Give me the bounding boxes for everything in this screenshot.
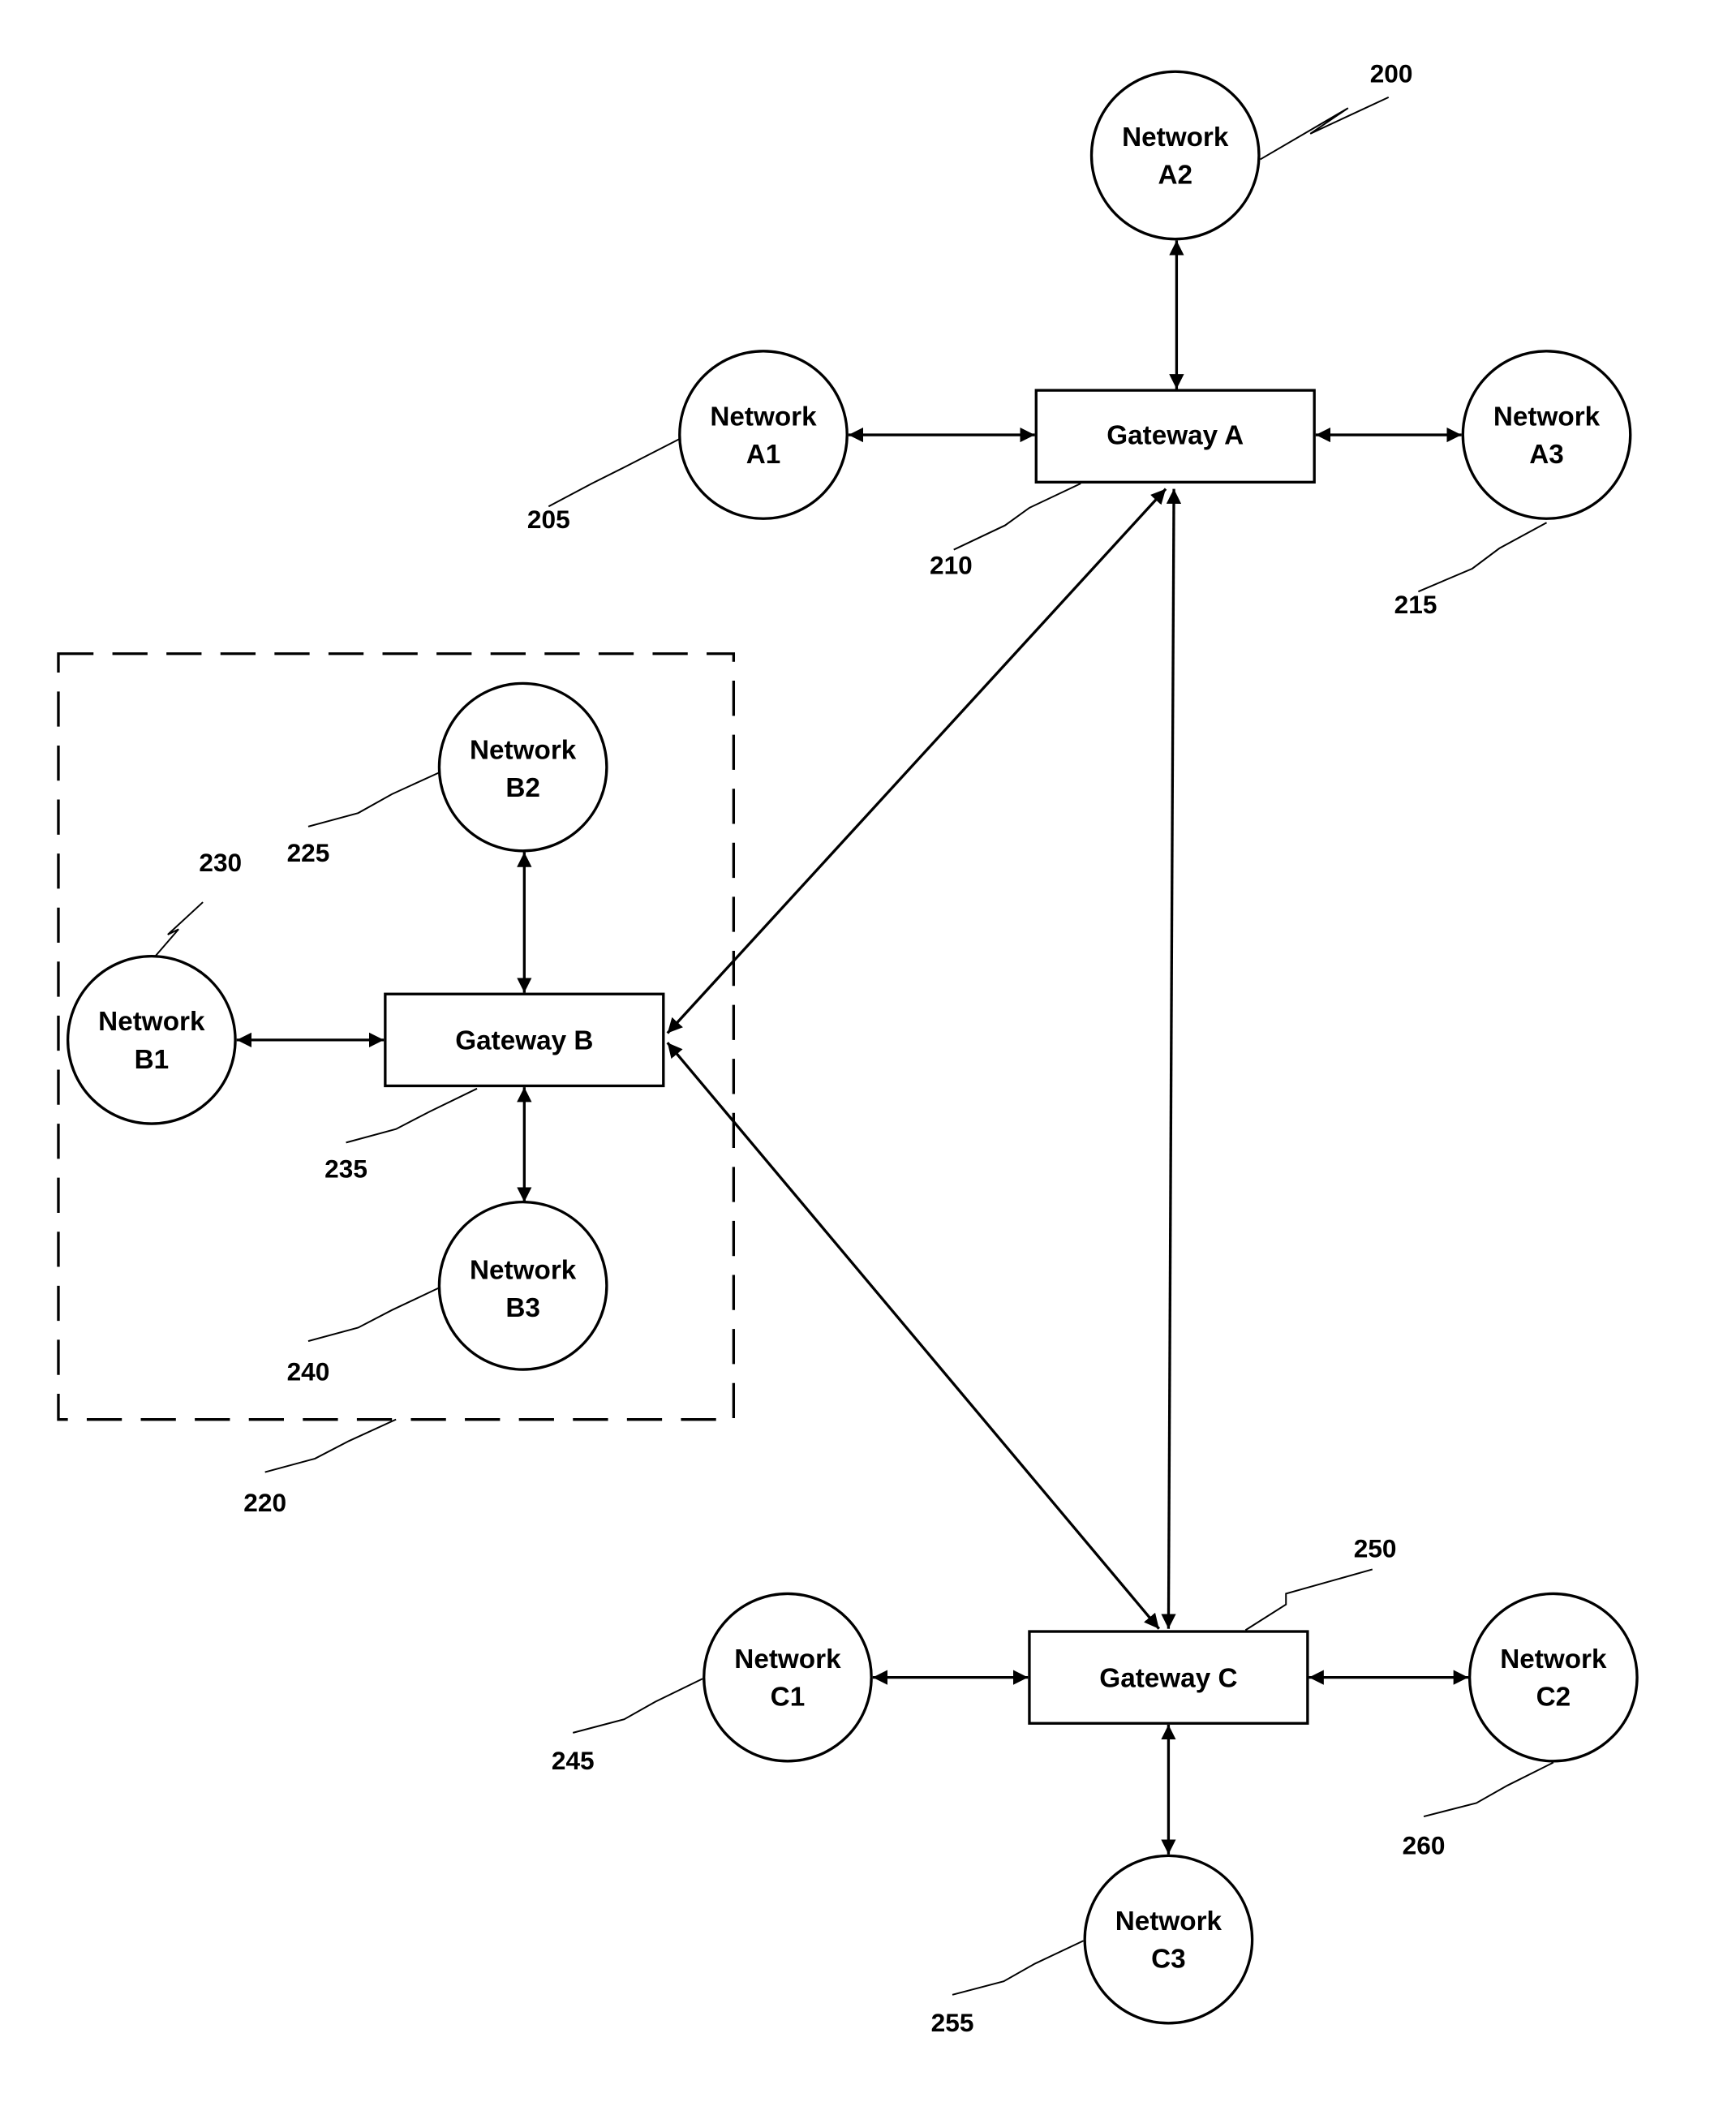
network-a2-circle [1089,70,1261,241]
network-c3-label-line2: C3 [1151,1945,1186,1975]
network-c3-label-line1: Network [1115,1907,1223,1937]
gateway-c: Gateway C [1028,1630,1309,1725]
network-b3-circle [437,1200,608,1371]
leader-200 [1260,96,1390,161]
network-a2-label-line1: Network [1122,123,1229,153]
leader-240 [307,1286,441,1343]
gateway-a-label: Gateway A [1106,421,1244,451]
network-c2-label-line2: C2 [1536,1683,1571,1713]
leader-215 [1417,522,1548,593]
leader-225 [307,772,440,828]
network-c3-circle [1083,1854,1254,2025]
ref-245: 245 [552,1746,595,1775]
ref-210: 210 [930,551,973,580]
ref-235: 235 [324,1154,367,1184]
network-a3: Network A3 [1461,350,1632,520]
leader-210 [953,483,1081,551]
network-b3-label-line1: Network [470,1256,577,1286]
network-b1-label-line2: B1 [135,1045,170,1075]
ref-200: 200 [1370,59,1413,88]
ref-260: 260 [1403,1831,1446,1860]
ref-230: 230 [199,848,242,877]
network-c1-circle [703,1592,873,1763]
ref-215: 215 [1394,590,1437,619]
leader-230 [152,901,204,960]
ref-220: 220 [243,1488,286,1517]
network-diagram: Gateway A Gateway B Gateway C Network A1… [57,59,1639,2037]
network-a1-label-line1: Network [710,402,817,432]
ref-225: 225 [287,838,330,867]
network-c2-circle [1467,1592,1639,1763]
gateway-c-label: Gateway C [1099,1663,1237,1693]
leader-235 [346,1087,478,1144]
network-a2-label-line2: A2 [1158,160,1192,190]
ref-240: 240 [287,1356,330,1386]
network-b1-circle [66,954,237,1125]
link-gateway-a-gateway-b [666,488,1167,1034]
leader-260 [1423,1761,1554,1818]
network-c2-label-line1: Network [1500,1644,1607,1674]
network-a3-label-line1: Network [1493,402,1601,432]
network-b2-label-line1: Network [470,736,577,766]
network-b3-label-line2: B3 [505,1293,540,1323]
gateway-b: Gateway B [384,992,665,1088]
link-gateway-b-gateway-c [666,1042,1161,1630]
network-a1-label-line2: A1 [746,440,781,470]
network-a1: Network A1 [678,350,849,520]
network-c1: Network C1 [703,1592,873,1763]
network-c3: Network C3 [1083,1854,1254,2025]
leader-245 [572,1678,703,1734]
ref-205: 205 [527,505,570,534]
network-b1-label-line1: Network [98,1007,205,1037]
ref-250: 250 [1354,1533,1397,1563]
network-c1-label-line2: C1 [771,1683,806,1713]
network-b2: Network B2 [437,681,608,853]
leader-255 [952,1940,1084,1996]
network-a3-label-line2: A3 [1529,440,1564,470]
network-b1: Network B1 [66,954,237,1125]
gateway-b-label: Gateway B [455,1026,593,1056]
network-a3-circle [1461,350,1632,520]
network-c1-label-line1: Network [734,1644,841,1674]
network-b2-label-line2: B2 [505,773,540,803]
network-b3: Network B3 [437,1200,608,1371]
network-a1-circle [678,350,849,520]
network-a2: Network A2 [1089,70,1261,241]
network-c2: Network C2 [1467,1592,1639,1763]
network-b2-circle [437,681,608,853]
leader-220 [264,1418,397,1473]
leader-205 [548,438,681,508]
leader-250 [1244,1568,1373,1631]
link-gateway-a-gateway-c [1161,488,1182,1629]
gateway-a: Gateway A [1034,389,1316,484]
ref-255: 255 [931,2008,974,2037]
